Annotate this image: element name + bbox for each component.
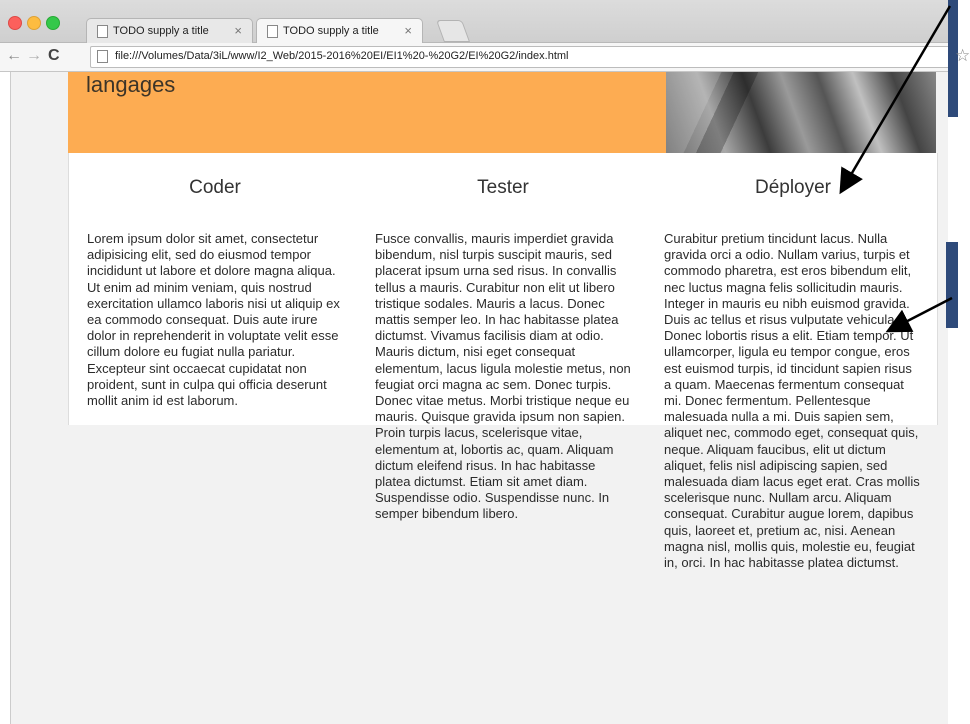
tab-title: TODO supply a title (283, 25, 379, 37)
hero-title: langages (86, 72, 176, 97)
tab-close-icon[interactable]: × (234, 23, 242, 38)
tab-1[interactable]: TODO supply a title × (86, 18, 253, 43)
toolbar: ← → C file:///Volumes/Data/3iL/www/I2_We… (0, 43, 970, 72)
bookmark-star-icon[interactable]: ☆ (955, 46, 970, 66)
column-heading: Coder (189, 177, 241, 198)
tab-2-active[interactable]: TODO supply a title × (256, 18, 423, 43)
new-tab-button[interactable] (435, 20, 471, 42)
reload-icon[interactable]: C (48, 47, 60, 65)
forward-arrow-icon[interactable]: → (26, 47, 42, 65)
column-text: Lorem ipsum dolor sit amet, consectetur … (87, 231, 340, 409)
back-arrow-icon[interactable]: ← (6, 47, 22, 65)
annotation-box (946, 242, 958, 328)
maximize-window-button[interactable] (46, 16, 60, 30)
minimize-window-button[interactable] (27, 16, 41, 30)
address-bar[interactable]: file:///Volumes/Data/3iL/www/I2_Web/2015… (90, 46, 970, 68)
column-text: Fusce convallis, mauris imperdiet gravid… (375, 231, 631, 522)
tab-title: TODO supply a title (113, 25, 209, 37)
page-icon (97, 50, 108, 63)
column-text: Curabitur pretium tincidunt lacus. Nulla… (664, 231, 920, 571)
browser-window: TODO supply a title × TODO supply a titl… (0, 0, 970, 724)
tab-close-icon[interactable]: × (404, 23, 412, 38)
page-icon (97, 25, 108, 38)
column-heading: Tester (477, 177, 529, 198)
url-text[interactable]: file:///Volumes/Data/3iL/www/I2_Web/2015… (115, 50, 569, 62)
close-window-button[interactable] (8, 16, 22, 30)
column-heading: Déployer (754, 177, 832, 198)
tab-strip: TODO supply a title × TODO supply a titl… (0, 0, 970, 43)
window-edge (0, 72, 11, 724)
page-viewport: langages Coder Lorem ipsum dolor sit ame… (0, 72, 970, 724)
hero-rock-image (666, 72, 936, 153)
page-icon (267, 25, 278, 38)
